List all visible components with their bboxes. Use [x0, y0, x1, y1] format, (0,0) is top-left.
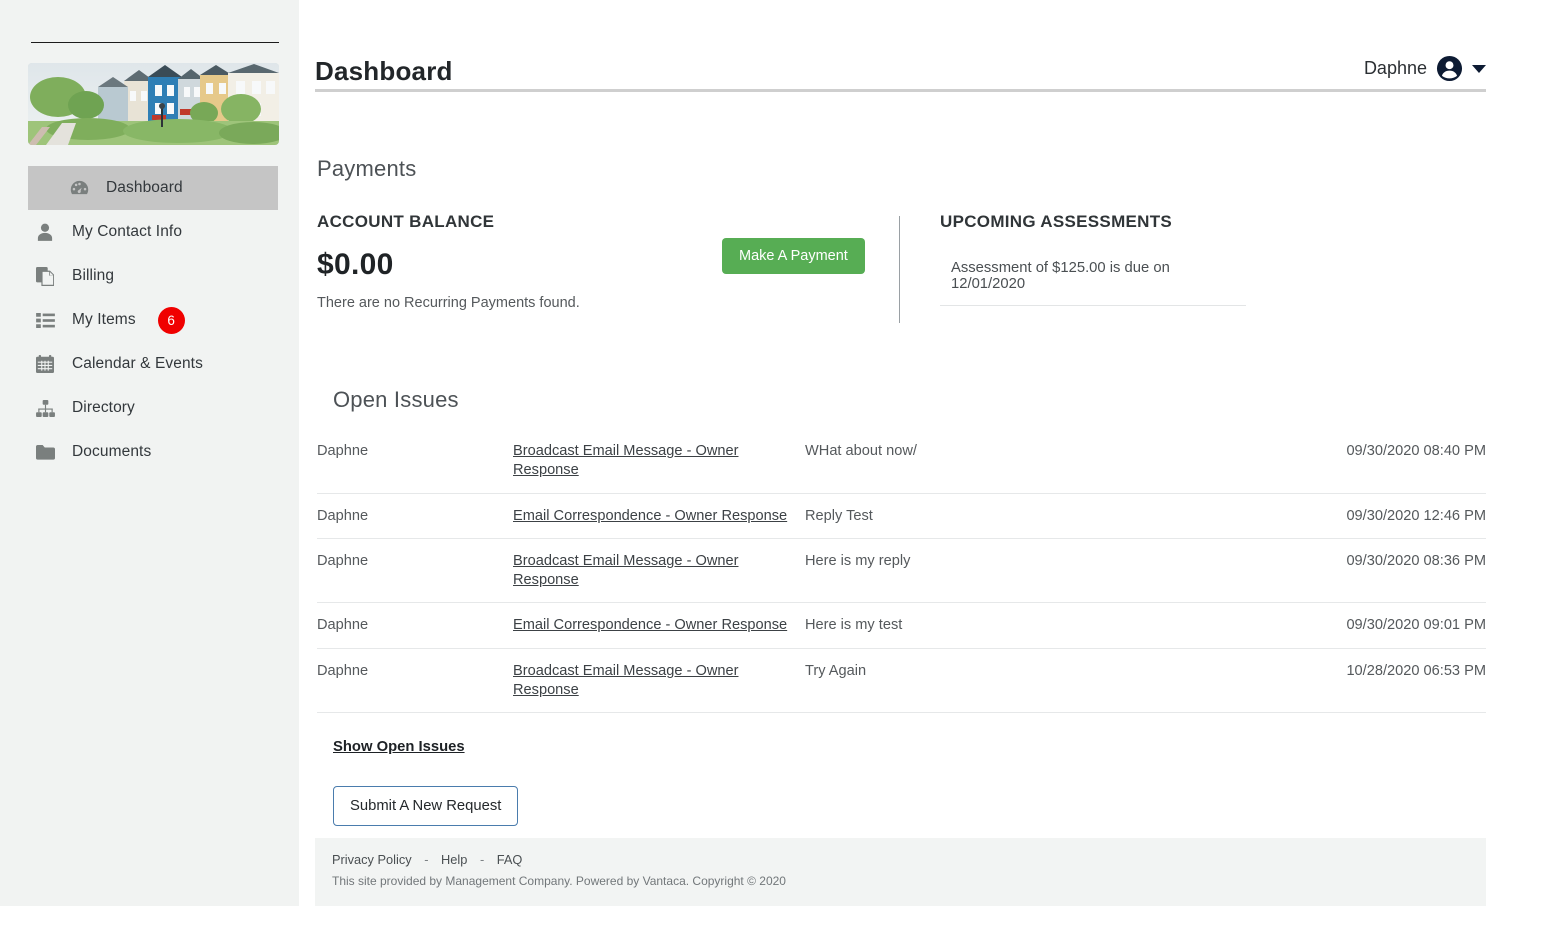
privacy-policy-link[interactable]: Privacy Policy	[332, 852, 412, 867]
issue-date: 09/30/2020 08:36 PM	[1235, 538, 1486, 603]
sidebar-item-my-contact-info[interactable]: My Contact Info	[0, 210, 299, 254]
issue-owner: Daphne	[317, 648, 513, 713]
sidebar-item-label: Calendar & Events	[72, 355, 203, 373]
issue-owner: Daphne	[317, 429, 513, 493]
show-open-issues-link[interactable]: Show Open Issues	[333, 739, 465, 755]
issue-subject: WHat about now/	[805, 429, 1235, 493]
help-link[interactable]: Help	[441, 852, 467, 867]
chevron-down-icon[interactable]	[1472, 65, 1486, 73]
page-title: Dashboard	[315, 58, 453, 84]
list-icon	[34, 310, 56, 330]
issue-date: 09/30/2020 12:46 PM	[1235, 493, 1486, 538]
content-area: Payments ACCOUNT BALANCE $0.00 There are…	[299, 156, 1550, 826]
assessment-item: Assessment of $125.00 is due on 12/01/20…	[940, 260, 1246, 306]
sidebar-item-billing[interactable]: Billing	[0, 254, 299, 298]
submit-new-request-button[interactable]: Submit A New Request	[333, 786, 518, 826]
upcoming-assessments-label: UPCOMING ASSESSMENTS	[940, 212, 1486, 232]
top-bar: Dashboard Daphne	[315, 36, 1486, 92]
account-balance-label: ACCOUNT BALANCE	[317, 212, 899, 232]
issue-subject: Here is my reply	[805, 538, 1235, 603]
issue-type-link[interactable]: Broadcast Email Message - Owner Response	[513, 553, 738, 588]
community-banner-image	[28, 63, 279, 145]
table-row[interactable]: Daphne Broadcast Email Message - Owner R…	[317, 648, 1486, 713]
sidebar-top-divider	[31, 42, 279, 43]
issue-type-link[interactable]: Email Correspondence - Owner Response	[513, 617, 787, 633]
dashboard-page: Dashboard My Contact Info Billing My Ite…	[0, 0, 1550, 936]
issue-type-link[interactable]: Broadcast Email Message - Owner Response	[513, 663, 738, 698]
issue-owner: Daphne	[317, 603, 513, 648]
table-row[interactable]: Daphne Broadcast Email Message - Owner R…	[317, 429, 1486, 493]
sidebar-item-label: Directory	[72, 399, 135, 417]
table-row[interactable]: Daphne Email Correspondence - Owner Resp…	[317, 493, 1486, 538]
sidebar-item-directory[interactable]: Directory	[0, 386, 299, 430]
sitemap-icon	[34, 398, 56, 418]
issue-type-link[interactable]: Broadcast Email Message - Owner Response	[513, 443, 738, 478]
issue-subject: Try Again	[805, 648, 1235, 713]
footer-separator: -	[480, 852, 484, 867]
make-a-payment-button[interactable]: Make A Payment	[722, 238, 865, 274]
account-balance-panel: ACCOUNT BALANCE $0.00 There are no Recur…	[317, 212, 899, 323]
footer-links: Privacy Policy - Help - FAQ	[332, 852, 1486, 867]
open-issues-table: Daphne Broadcast Email Message - Owner R…	[317, 429, 1486, 713]
sidebar-item-calendar-events[interactable]: Calendar & Events	[0, 342, 299, 386]
footer-separator: -	[424, 852, 428, 867]
issue-subject: Here is my test	[805, 603, 1235, 648]
sidebar-item-label: My Items	[72, 311, 136, 329]
dashboard-icon	[68, 178, 90, 198]
payments-heading: Payments	[317, 156, 1486, 182]
issue-date: 10/28/2020 06:53 PM	[1235, 648, 1486, 713]
documents-copy-icon	[34, 266, 56, 286]
user-name-label: Daphne	[1364, 58, 1427, 79]
user-icon	[34, 222, 56, 242]
table-row[interactable]: Daphne Broadcast Email Message - Owner R…	[317, 538, 1486, 603]
user-circle-icon[interactable]	[1436, 55, 1463, 82]
sidebar-item-dashboard[interactable]: Dashboard	[28, 166, 278, 210]
townhomes-illustration	[28, 63, 279, 145]
sidebar-item-label: Dashboard	[106, 179, 183, 197]
table-row[interactable]: Daphne Email Correspondence - Owner Resp…	[317, 603, 1486, 648]
open-issues-heading: Open Issues	[333, 387, 1486, 413]
sidebar: Dashboard My Contact Info Billing My Ite…	[0, 0, 299, 906]
issue-owner: Daphne	[317, 493, 513, 538]
sidebar-nav: Dashboard My Contact Info Billing My Ite…	[0, 166, 299, 474]
sidebar-item-my-items[interactable]: My Items 6	[0, 298, 299, 342]
upcoming-assessments-panel: UPCOMING ASSESSMENTS Assessment of $125.…	[900, 212, 1486, 323]
calendar-icon	[34, 354, 56, 374]
folder-icon	[34, 442, 56, 462]
issue-type-link[interactable]: Email Correspondence - Owner Response	[513, 508, 787, 524]
sidebar-item-label: Documents	[72, 443, 151, 461]
main-content: Dashboard Daphne Payments ACCOUNT BALANC…	[299, 0, 1550, 936]
recurring-payments-note: There are no Recurring Payments found.	[317, 295, 899, 311]
user-menu[interactable]: Daphne	[1364, 55, 1486, 84]
footer-copyright: This site provided by Management Company…	[332, 874, 1486, 888]
issue-subject: Reply Test	[805, 493, 1235, 538]
sidebar-item-label: My Contact Info	[72, 223, 182, 241]
my-items-badge: 6	[158, 307, 185, 334]
faq-link[interactable]: FAQ	[497, 852, 523, 867]
payments-row: ACCOUNT BALANCE $0.00 There are no Recur…	[317, 212, 1486, 323]
footer: Privacy Policy - Help - FAQ This site pr…	[315, 838, 1486, 906]
issue-date: 09/30/2020 08:40 PM	[1235, 429, 1486, 493]
issue-date: 09/30/2020 09:01 PM	[1235, 603, 1486, 648]
issue-owner: Daphne	[317, 538, 513, 603]
sidebar-item-label: Billing	[72, 267, 114, 285]
sidebar-item-documents[interactable]: Documents	[0, 430, 299, 474]
